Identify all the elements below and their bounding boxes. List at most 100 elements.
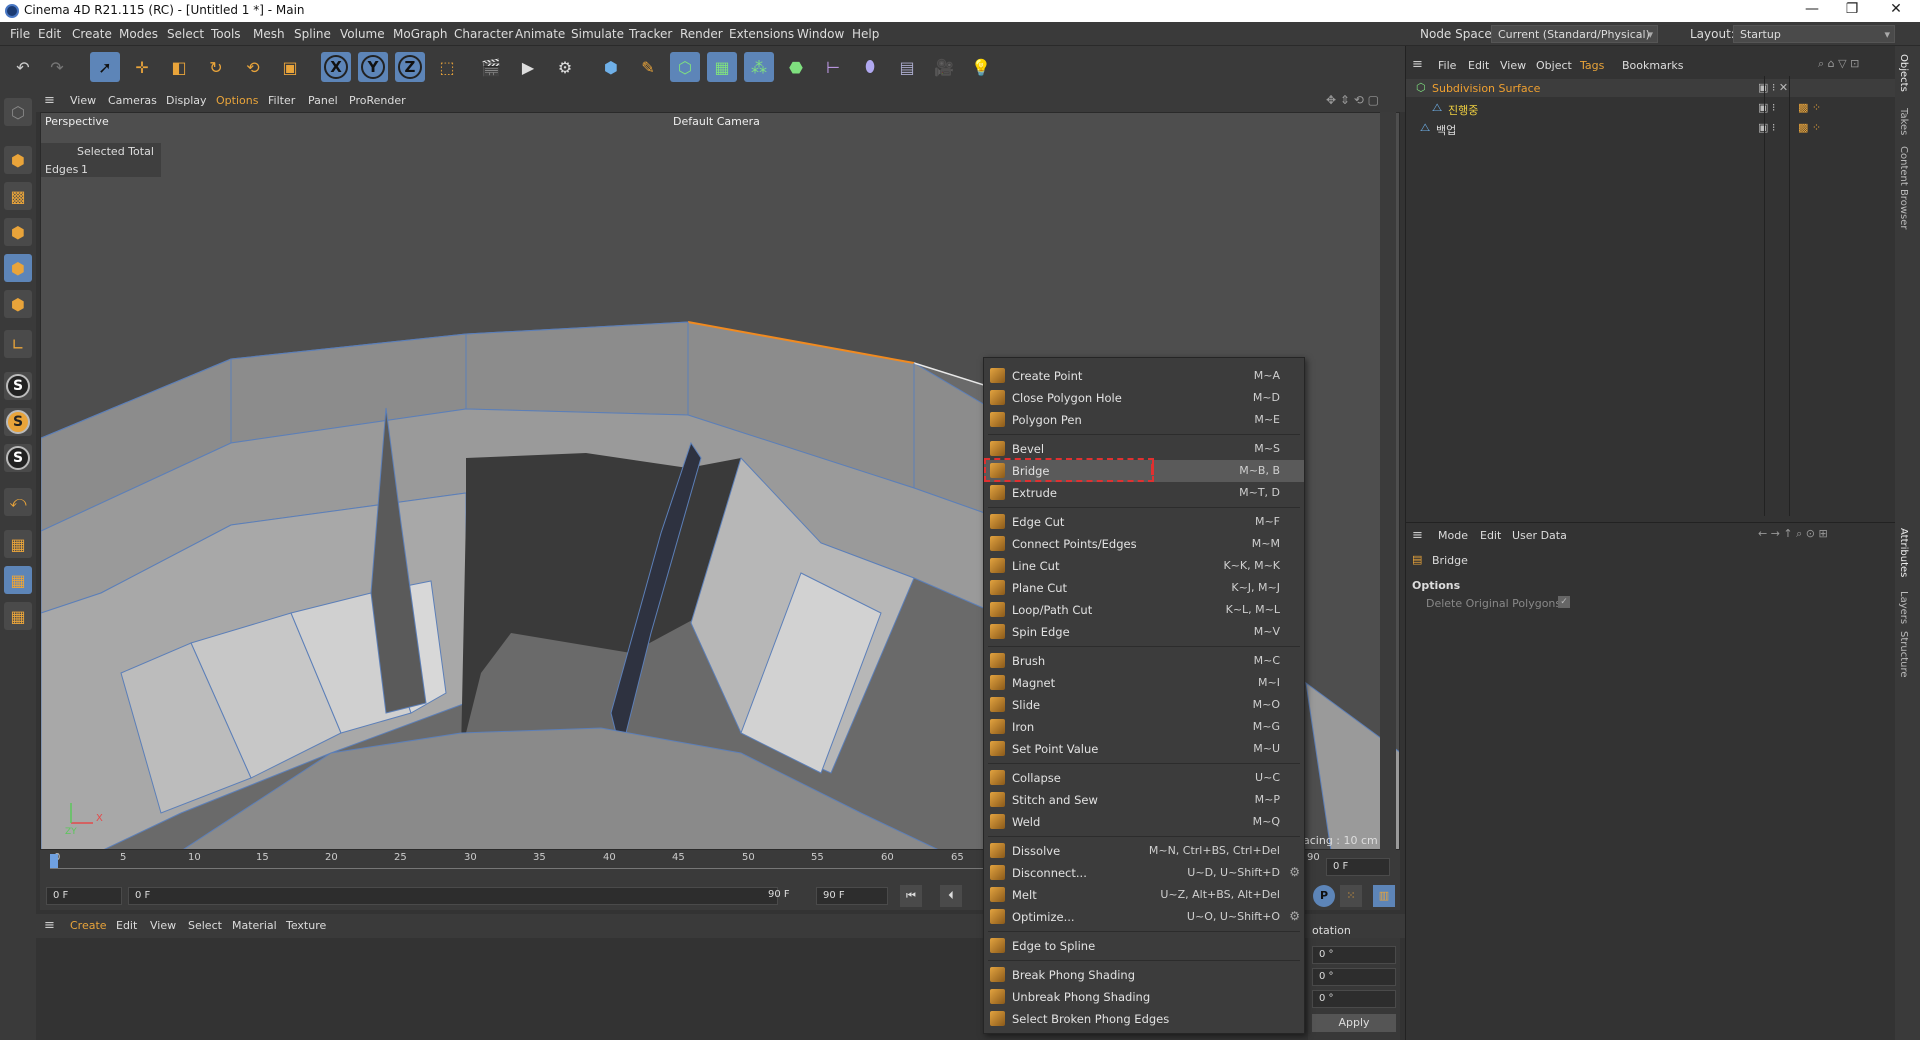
- attributes-hamburger-icon[interactable]: ≡: [1412, 528, 1423, 543]
- tab-content-browser[interactable]: Content Browser: [1898, 146, 1909, 229]
- material-menu-edit[interactable]: Edit: [116, 919, 137, 932]
- objects-menu-bookmarks[interactable]: Bookmarks: [1622, 59, 1683, 72]
- locked-workplane-icon[interactable]: ▦: [4, 602, 32, 630]
- tab-layers[interactable]: Layers: [1898, 591, 1909, 624]
- menu-modes[interactable]: Modes: [119, 27, 158, 41]
- field-icon[interactable]: ⬮: [855, 52, 885, 82]
- minimize-button[interactable]: —: [1792, 1, 1832, 17]
- workplane-snap-icon[interactable]: S: [4, 444, 32, 472]
- objects-menu-tags[interactable]: Tags: [1580, 59, 1604, 72]
- tab-takes[interactable]: Takes: [1898, 108, 1909, 135]
- attributes-menu-mode[interactable]: Mode: [1438, 529, 1468, 542]
- menu-item-break-phong-shading[interactable]: Break Phong Shading: [984, 964, 1304, 986]
- menu-item-stitch-and-sew[interactable]: Stitch and Sew M~P: [984, 789, 1304, 811]
- material-tag-icon[interactable]: ▩ ⁘: [1798, 121, 1821, 134]
- object-row[interactable]: ⬡ Subdivision Surface ▣ ⁝ ✕: [1406, 79, 1896, 97]
- model-mode-icon[interactable]: ⬢: [4, 146, 32, 174]
- cube-object-icon[interactable]: ⬢: [596, 52, 626, 82]
- pen-spline-icon[interactable]: ✎: [633, 52, 663, 82]
- menu-animate[interactable]: Animate: [515, 27, 565, 41]
- close-button[interactable]: ✕: [1876, 1, 1916, 17]
- tab-attributes[interactable]: Attributes: [1898, 528, 1909, 577]
- menu-mograph[interactable]: MoGraph: [393, 27, 448, 41]
- x-axis-lock-icon[interactable]: X: [321, 52, 351, 82]
- object-name[interactable]: 진행중: [1448, 102, 1478, 118]
- playhead[interactable]: [50, 854, 58, 868]
- menu-item-connect-points-edges[interactable]: Connect Points/Edges M~M: [984, 533, 1304, 555]
- psr-icon[interactable]: ⟲: [238, 52, 268, 82]
- go-to-start-icon[interactable]: ⏮: [900, 885, 922, 907]
- node-space-dropdown[interactable]: Current (Standard/Physical): [1491, 25, 1658, 43]
- viewport-navigation-icons[interactable]: ✥ ⇕ ⟲ ▢: [1326, 93, 1379, 107]
- render-view-icon[interactable]: 🎬: [476, 52, 506, 82]
- points-mode-icon[interactable]: ⬢: [4, 218, 32, 246]
- material-hamburger-icon[interactable]: ≡: [44, 918, 55, 933]
- menu-item-iron[interactable]: Iron M~G: [984, 716, 1304, 738]
- cloner-icon[interactable]: ⁂: [744, 52, 774, 82]
- current-frame-field[interactable]: 0 F: [1326, 858, 1390, 876]
- timeline-window-icon[interactable]: ▥: [1373, 885, 1395, 907]
- soft-selection-icon[interactable]: ⤺: [4, 488, 32, 516]
- material-menu-view[interactable]: View: [150, 919, 176, 932]
- z-axis-lock-icon[interactable]: Z: [395, 52, 425, 82]
- axis-mode-icon[interactable]: ∟: [4, 330, 32, 358]
- viewport-scrollbar[interactable]: [1380, 112, 1396, 850]
- key-dots-icon[interactable]: ⁙: [1340, 885, 1362, 907]
- hamburger-icon[interactable]: ≡: [44, 93, 55, 108]
- edges-mode-icon[interactable]: ⬢: [4, 254, 32, 282]
- visibility-icon[interactable]: ▣ ⁝: [1758, 121, 1775, 134]
- make-editable-icon[interactable]: ⬡: [4, 98, 32, 126]
- object-name[interactable]: Subdivision Surface: [1432, 82, 1540, 95]
- menu-item-edge-cut[interactable]: Edge Cut M~F: [984, 511, 1304, 533]
- world-coordinates-icon[interactable]: ⬚: [432, 52, 462, 82]
- attributes-menu-user-data[interactable]: User Data: [1512, 529, 1567, 542]
- objects-search-icons[interactable]: ⌕ ⌂ ▽ ⊡: [1818, 57, 1859, 71]
- grid-icon[interactable]: ▦: [4, 566, 32, 594]
- material-menu-material[interactable]: Material: [232, 919, 277, 932]
- objects-hamburger-icon[interactable]: ≡: [1412, 57, 1423, 72]
- viewport-menu-panel[interactable]: Panel: [308, 94, 338, 107]
- viewport-menu-filter[interactable]: Filter: [268, 94, 295, 107]
- menu-item-dissolve[interactable]: Dissolve M~N, Ctrl+BS, Ctrl+Del: [984, 840, 1304, 862]
- snap-icon[interactable]: S: [4, 372, 32, 400]
- menu-volume[interactable]: Volume: [340, 27, 385, 41]
- object-row[interactable]: ⧍ 진행중 ▣ ⁝ ▩ ⁘: [1406, 99, 1896, 117]
- menu-item-extrude[interactable]: Extrude M~T, D: [984, 482, 1304, 504]
- tab-objects[interactable]: Objects: [1898, 54, 1909, 92]
- objects-menu-view[interactable]: View: [1500, 59, 1526, 72]
- keyframe-p-icon[interactable]: P: [1313, 885, 1335, 907]
- menu-simulate[interactable]: Simulate: [571, 27, 624, 41]
- menu-character[interactable]: Character: [454, 27, 513, 41]
- menu-file[interactable]: File: [10, 27, 30, 41]
- subdivision-surface-icon[interactable]: ⬡: [670, 52, 700, 82]
- menu-item-plane-cut[interactable]: Plane Cut K~J, M~J: [984, 577, 1304, 599]
- menu-mesh[interactable]: Mesh: [253, 27, 285, 41]
- viewport-menu-view[interactable]: View: [70, 94, 96, 107]
- mograph-icon[interactable]: ⬣: [781, 52, 811, 82]
- menu-tracker[interactable]: Tracker: [629, 27, 672, 41]
- render-settings-icon[interactable]: ⚙: [550, 52, 580, 82]
- menu-item-spin-edge[interactable]: Spin Edge M~V: [984, 621, 1304, 643]
- menu-item-edge-to-spline[interactable]: Edge to Spline: [984, 935, 1304, 957]
- menu-spline[interactable]: Spline: [294, 27, 331, 41]
- texture-mode-icon[interactable]: ▩: [4, 182, 32, 210]
- menu-item-loop-path-cut[interactable]: Loop/Path Cut K~L, M~L: [984, 599, 1304, 621]
- camera-icon[interactable]: 🎥: [929, 52, 959, 82]
- render-picture-viewer-icon[interactable]: ▶: [513, 52, 543, 82]
- snap-settings-icon[interactable]: S: [4, 408, 32, 436]
- start-frame-field[interactable]: 0 F: [46, 887, 122, 905]
- attributes-menu-edit[interactable]: Edit: [1480, 529, 1501, 542]
- gear-icon[interactable]: ⚙: [1289, 909, 1300, 923]
- menu-item-set-point-value[interactable]: Set Point Value M~U: [984, 738, 1304, 760]
- menu-select[interactable]: Select: [167, 27, 204, 41]
- rotate-icon[interactable]: ↻: [201, 52, 231, 82]
- material-menu-select[interactable]: Select: [188, 919, 222, 932]
- apply-button[interactable]: Apply: [1312, 1014, 1396, 1032]
- objects-menu-object[interactable]: Object: [1536, 59, 1572, 72]
- visibility-icon[interactable]: ▣ ⁝: [1758, 101, 1775, 114]
- object-name[interactable]: 백업: [1436, 122, 1456, 138]
- floor-icon[interactable]: ▤: [892, 52, 922, 82]
- menu-extensions[interactable]: Extensions: [729, 27, 794, 41]
- menu-item-line-cut[interactable]: Line Cut K~K, M~K: [984, 555, 1304, 577]
- menu-item-magnet[interactable]: Magnet M~I: [984, 672, 1304, 694]
